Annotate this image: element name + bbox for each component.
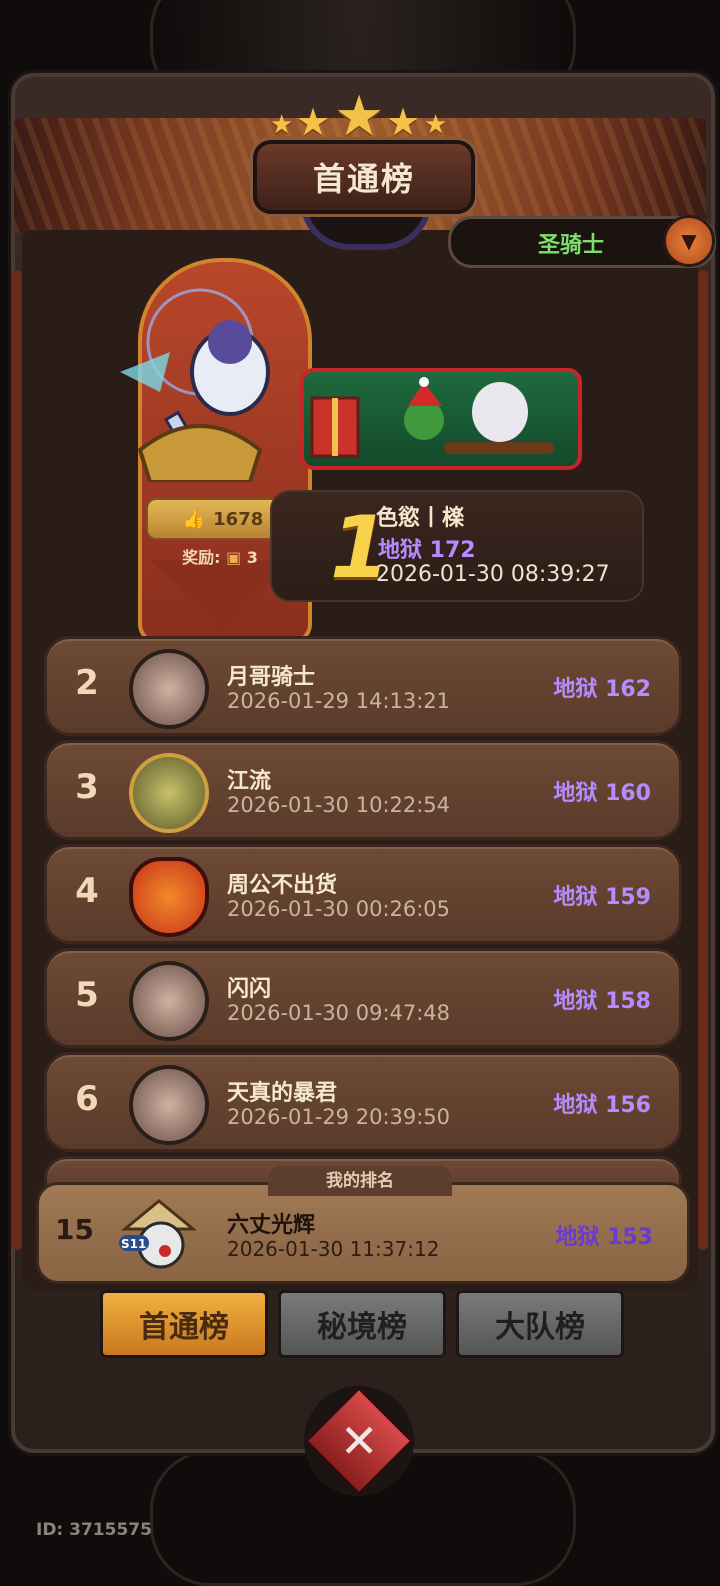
row-name: 天真的暴君 bbox=[227, 1081, 338, 1106]
row-name: 江流 bbox=[227, 769, 272, 794]
leaderboard-row[interactable]: 3 江流 2026-01-30 10:22:54 地狱 160 bbox=[44, 740, 682, 840]
my-rank-time: 2026-01-30 11:37:12 bbox=[227, 1237, 440, 1261]
row-name: 月哥骑士 bbox=[227, 665, 316, 690]
christmas-sleigh-portrait bbox=[300, 368, 582, 470]
row-score: 地狱 160 bbox=[553, 781, 651, 806]
reward-chest-icon: ▣ bbox=[226, 548, 242, 567]
first-place-score: 地狱 172 bbox=[378, 538, 476, 563]
first-place-time: 2026-01-30 08:39:27 bbox=[376, 562, 610, 587]
paladin-hero-icon bbox=[100, 282, 300, 484]
season-badge: S11 bbox=[121, 1237, 147, 1251]
class-selector-label: 圣骑士 bbox=[537, 233, 604, 258]
pig-avatar-icon[interactable] bbox=[129, 649, 209, 729]
pig-avatar-icon[interactable] bbox=[129, 1065, 209, 1145]
row-score: 地狱 162 bbox=[553, 677, 651, 702]
tab-team[interactable]: 大队榜 bbox=[456, 1290, 624, 1358]
first-place-reward: 奖励: ▣ 3 bbox=[150, 544, 290, 568]
row-rank: 4 bbox=[75, 871, 99, 911]
leaderboard-row[interactable]: 2 月哥骑士 2026-01-29 14:13:21 地狱 162 bbox=[44, 636, 682, 736]
row-rank: 2 bbox=[75, 663, 99, 703]
row-time: 2026-01-29 14:13:21 bbox=[227, 689, 451, 713]
pig-avatar-icon[interactable] bbox=[129, 961, 209, 1041]
row-name: 闪闪 bbox=[227, 977, 272, 1002]
flame-owl-avatar-icon[interactable] bbox=[129, 857, 209, 937]
row-time: 2026-01-29 20:39:50 bbox=[227, 1105, 451, 1129]
my-rank-score: 地狱 153 bbox=[555, 1225, 653, 1250]
leaderboard-row[interactable]: 4 周公不出货 2026-01-30 00:26:05 地狱 159 bbox=[44, 844, 682, 944]
page-title: 首通榜 bbox=[253, 140, 475, 214]
reward-label: 奖励: bbox=[182, 548, 221, 567]
left-rail bbox=[12, 270, 22, 1250]
row-time: 2026-01-30 10:22:54 bbox=[227, 793, 451, 817]
my-rank-name: 六丈光辉 bbox=[227, 1213, 316, 1238]
leaderboard-row[interactable]: 5 闪闪 2026-01-30 09:47:48 地狱 158 bbox=[44, 948, 682, 1048]
right-rail bbox=[698, 270, 708, 1250]
my-rank-number: 15 bbox=[55, 1213, 94, 1246]
row-name: 周公不出货 bbox=[227, 873, 338, 898]
row-rank: 5 bbox=[75, 975, 99, 1015]
tab-secret-realm[interactable]: 秘境榜 bbox=[278, 1290, 446, 1358]
row-score: 地狱 159 bbox=[553, 885, 651, 910]
star-rating-icon: ★ ★ ★ ★ ★ bbox=[270, 84, 448, 149]
row-rank: 3 bbox=[75, 767, 99, 807]
tab-first-clear[interactable]: 首通榜 bbox=[100, 1290, 268, 1358]
first-place-name: 色慾丨檪 bbox=[376, 506, 465, 531]
like-count: 1678 bbox=[213, 508, 264, 530]
reward-count: 3 bbox=[246, 548, 258, 567]
close-button[interactable]: ✕ bbox=[303, 1385, 415, 1497]
straw-hat-avatar-icon[interactable]: S11 bbox=[119, 1195, 199, 1271]
row-score: 地狱 158 bbox=[553, 989, 651, 1014]
my-rank-row[interactable]: 15 S11 六丈光辉 2026-01-30 11:37:12 地狱 153 bbox=[36, 1182, 690, 1284]
row-score: 地狱 156 bbox=[553, 1093, 651, 1118]
chevron-down-icon[interactable]: ▼ bbox=[663, 215, 715, 267]
sleigh-scene-icon bbox=[310, 377, 554, 458]
row-time: 2026-01-30 09:47:48 bbox=[227, 1001, 451, 1025]
close-icon: ✕ bbox=[303, 1385, 415, 1497]
thumbs-up-icon: 👍 bbox=[182, 508, 206, 530]
row-rank: 6 bbox=[75, 1079, 99, 1119]
leaderboard-row[interactable]: 6 天真的暴君 2026-01-29 20:39:50 地狱 156 bbox=[44, 1052, 682, 1152]
row-time: 2026-01-30 00:26:05 bbox=[227, 897, 451, 921]
player-id: ID: 3715575 bbox=[36, 1520, 152, 1540]
my-rank-label: 我的排名 bbox=[268, 1166, 452, 1196]
class-selector[interactable]: 圣骑士 ▼ bbox=[448, 215, 716, 268]
dragon-avatar-icon[interactable] bbox=[129, 753, 209, 833]
